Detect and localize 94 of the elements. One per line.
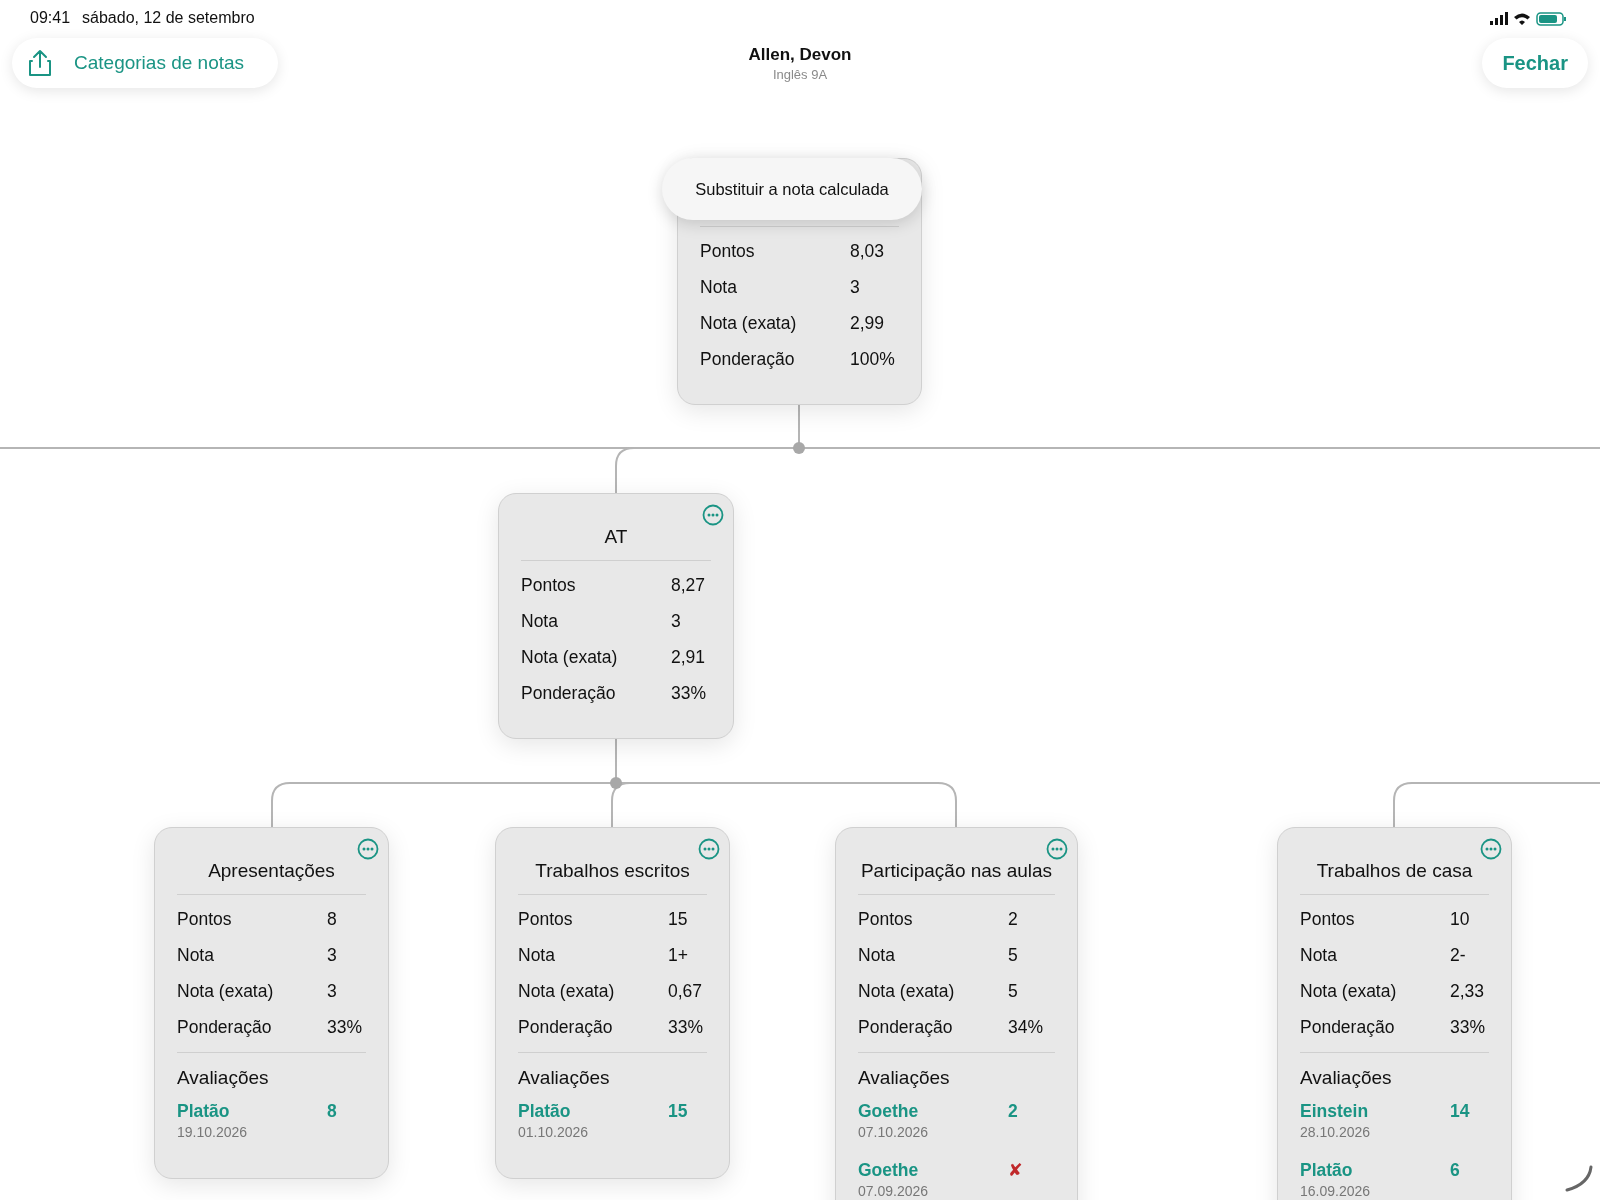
row-value: 34% [1008,1017,1045,1038]
evaluation-link[interactable]: Platão [1300,1160,1450,1181]
row-value: 15 [668,909,689,930]
evaluation-date: 01.10.2026 [518,1124,590,1140]
row-value: 3 [671,611,682,632]
evaluation-date: 07.09.2026 [858,1183,930,1199]
card-title: Apresentações [207,859,336,883]
evaluation-grade: 15 [668,1101,689,1122]
wifi-icon [1514,13,1530,25]
row-value: 33% [327,1017,364,1038]
row-value: 10 [1450,909,1471,930]
row-label: Pontos [518,909,574,930]
section-title: Avaliações [518,1066,611,1090]
row-value: 3 [327,981,338,1002]
row-value: 33% [1450,1017,1487,1038]
row-value: 3 [327,945,338,966]
row-label: Nota (exata) [700,313,798,334]
row-label: Nota (exata) [521,647,619,668]
more-button[interactable] [698,838,720,860]
class-name: Inglês 9A [772,67,828,82]
row-value: 2 [1008,909,1019,930]
row-value: 3 [850,277,861,298]
row-label: Nota (exata) [858,981,956,1002]
row-label: Nota [858,945,896,966]
row-label: Ponderação [858,1017,954,1038]
connector-dot [793,442,805,454]
row-label: Nota [700,277,738,298]
evaluation-link[interactable]: Goethe [858,1101,1008,1122]
evaluation-grade: 8 [327,1101,338,1122]
evaluation-link[interactable]: Platão [177,1101,327,1122]
row-label: Pontos [700,241,756,262]
row-label: Ponderação [1300,1017,1396,1038]
row-label: Nota (exata) [518,981,616,1002]
section-title: Avaliações [1300,1066,1393,1090]
card-title: Trabalhos de casa [1315,859,1474,883]
row-label: Ponderação [521,683,617,704]
more-button[interactable] [1046,838,1068,860]
row-label: Pontos [858,909,914,930]
categories-button[interactable]: Categorias de notas [74,52,245,74]
more-button[interactable] [1480,838,1502,860]
row-value: 100% [850,349,896,370]
row-value: 5 [1008,945,1019,966]
row-label: Nota [177,945,215,966]
section-title: Avaliações [177,1066,270,1090]
row-label: Ponderação [700,349,796,370]
student-name: Allen, Devon [748,45,852,65]
evaluation-date: 28.10.2026 [1300,1124,1372,1140]
evaluation-grade: ✘ [1008,1160,1024,1181]
evaluation-grade: 14 [1450,1101,1471,1122]
row-label: Pontos [1300,909,1356,930]
row-value: 8,03 [850,241,886,262]
row-value: 33% [668,1017,705,1038]
row-value: 1+ [668,945,689,966]
more-button[interactable] [357,838,379,860]
row-label: Nota (exata) [1300,981,1398,1002]
evaluation-grade: 2 [1008,1101,1019,1122]
status-time: 09:41 [30,9,71,27]
connector-dot [610,777,622,789]
evaluation-link[interactable]: Platão [518,1101,668,1122]
share-icon[interactable] [28,49,52,77]
row-label: Nota [518,945,556,966]
more-button[interactable] [702,504,724,526]
evaluation-date: 07.10.2026 [858,1124,930,1140]
card-title: Trabalhos escritos [534,859,691,883]
row-value: 2,99 [850,313,886,334]
row-value: 5 [1008,981,1019,1002]
loading-arc-icon [1564,1164,1594,1194]
section-title: Avaliações [858,1066,951,1090]
row-value: 2- [1450,945,1467,966]
row-value: 8 [327,909,338,930]
battery-icon [1536,12,1566,26]
row-label: Nota (exata) [177,981,275,1002]
evaluation-link[interactable]: Goethe [858,1160,1008,1181]
row-label: Nota [521,611,559,632]
status-date: sábado, 12 de setembro [82,9,255,27]
row-label: Nota [1300,945,1338,966]
close-button[interactable]: Fechar [1482,38,1588,88]
row-value: 0,67 [668,981,704,1002]
row-label: Pontos [521,575,577,596]
evaluation-date: 19.10.2026 [177,1124,249,1140]
row-value: 2,33 [1450,981,1486,1002]
row-label: Ponderação [177,1017,273,1038]
row-value: 8,27 [671,575,707,596]
row-label: Ponderação [518,1017,614,1038]
tooltip: Substituir a nota calculada [662,158,922,220]
card-title: Participação nas aulas [859,859,1054,883]
signal-icon [1490,12,1508,25]
row-value: 33% [671,683,708,704]
row-value: 2,91 [671,647,707,668]
evaluation-grade: 6 [1450,1160,1461,1181]
evaluation-link[interactable]: Einstein [1300,1101,1450,1122]
card-title: AT [603,525,629,549]
row-label: Pontos [177,909,233,930]
evaluation-date: 16.09.2026 [1300,1183,1372,1199]
